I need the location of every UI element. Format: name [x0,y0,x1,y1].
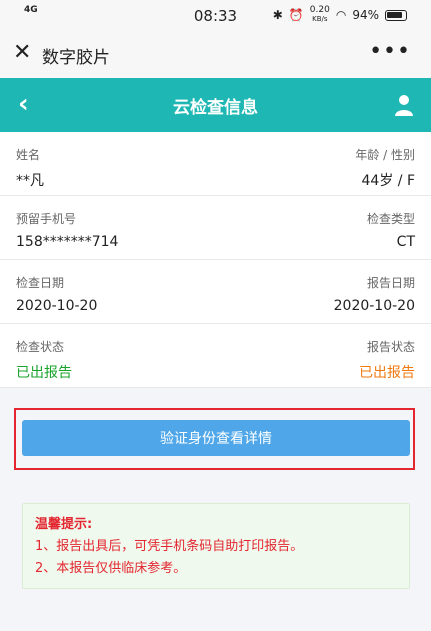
report-date-label: 报告日期 [366,276,415,290]
tips-title: 温馨提示: [35,517,93,532]
exam-date-value: 2020-10-20 [16,298,98,314]
alarm-icon: ⏰ [288,8,304,22]
app-header: ‹ 云检查信息 [0,78,431,132]
name-label: 姓名 [16,148,41,162]
age-gender-label: 年龄 / 性别 [355,148,415,162]
page-title: 数字胶片 [42,48,110,68]
report-status-label: 报告状态 [366,340,415,354]
info-row: 姓名 **凡 年龄 / 性别 44岁 / F [0,132,431,196]
close-icon[interactable]: ✕ [13,40,31,66]
exam-type-label: 检查类型 [366,212,415,226]
exam-status-value: 已出报告 [16,365,72,381]
info-card: 姓名 **凡 年龄 / 性别 44岁 / F 预留手机号 158*******7… [0,132,431,388]
battery-icon [385,9,407,21]
phone-value: 158*******714 [16,234,119,250]
wechat-nav-bar: ✕ 数字胶片 ••• [0,30,431,78]
exam-date-label: 检查日期 [16,276,65,290]
report-date-value: 2020-10-20 [333,298,415,314]
info-row: 检查状态 已出报告 报告状态 已出报告 [0,324,431,388]
network-speed: 0.20 KB/s [309,5,330,24]
header-title: 云检查信息 [173,98,258,118]
verify-identity-button[interactable]: 验证身份查看详情 [22,420,410,456]
tips-line: 2、本报告仅供临床参考。 [35,561,187,576]
exam-type-value: CT [396,234,415,250]
bluetooth-icon: ✱ [272,8,283,22]
age-gender-value: 44岁 / F [361,173,415,189]
more-options-button[interactable]: ••• [369,39,411,64]
phone-label: 预留手机号 [16,212,77,226]
user-icon[interactable] [395,94,413,116]
tips-line: 1、报告出具后，可凭手机条码自助打印报告。 [35,539,304,554]
info-row: 检查日期 2020-10-20 报告日期 2020-10-20 [0,260,431,324]
report-status-value: 已出报告 [359,365,415,381]
battery-percent: 94% [352,8,379,22]
info-row: 预留手机号 158*******714 检查类型 CT [0,196,431,260]
wifi-icon: ◠ [335,8,347,22]
status-icons: ✱ ⏰ 0.20 KB/s ◠ 94% [273,6,407,24]
name-value: **凡 [16,173,44,189]
tips-box: 温馨提示: 1、报告出具后，可凭手机条码自助打印报告。 2、本报告仅供临床参考。 [22,503,410,589]
exam-status-label: 检查状态 [16,340,65,354]
status-bar: 4G 08:33 ✱ ⏰ 0.20 KB/s ◠ 94% [0,0,431,30]
